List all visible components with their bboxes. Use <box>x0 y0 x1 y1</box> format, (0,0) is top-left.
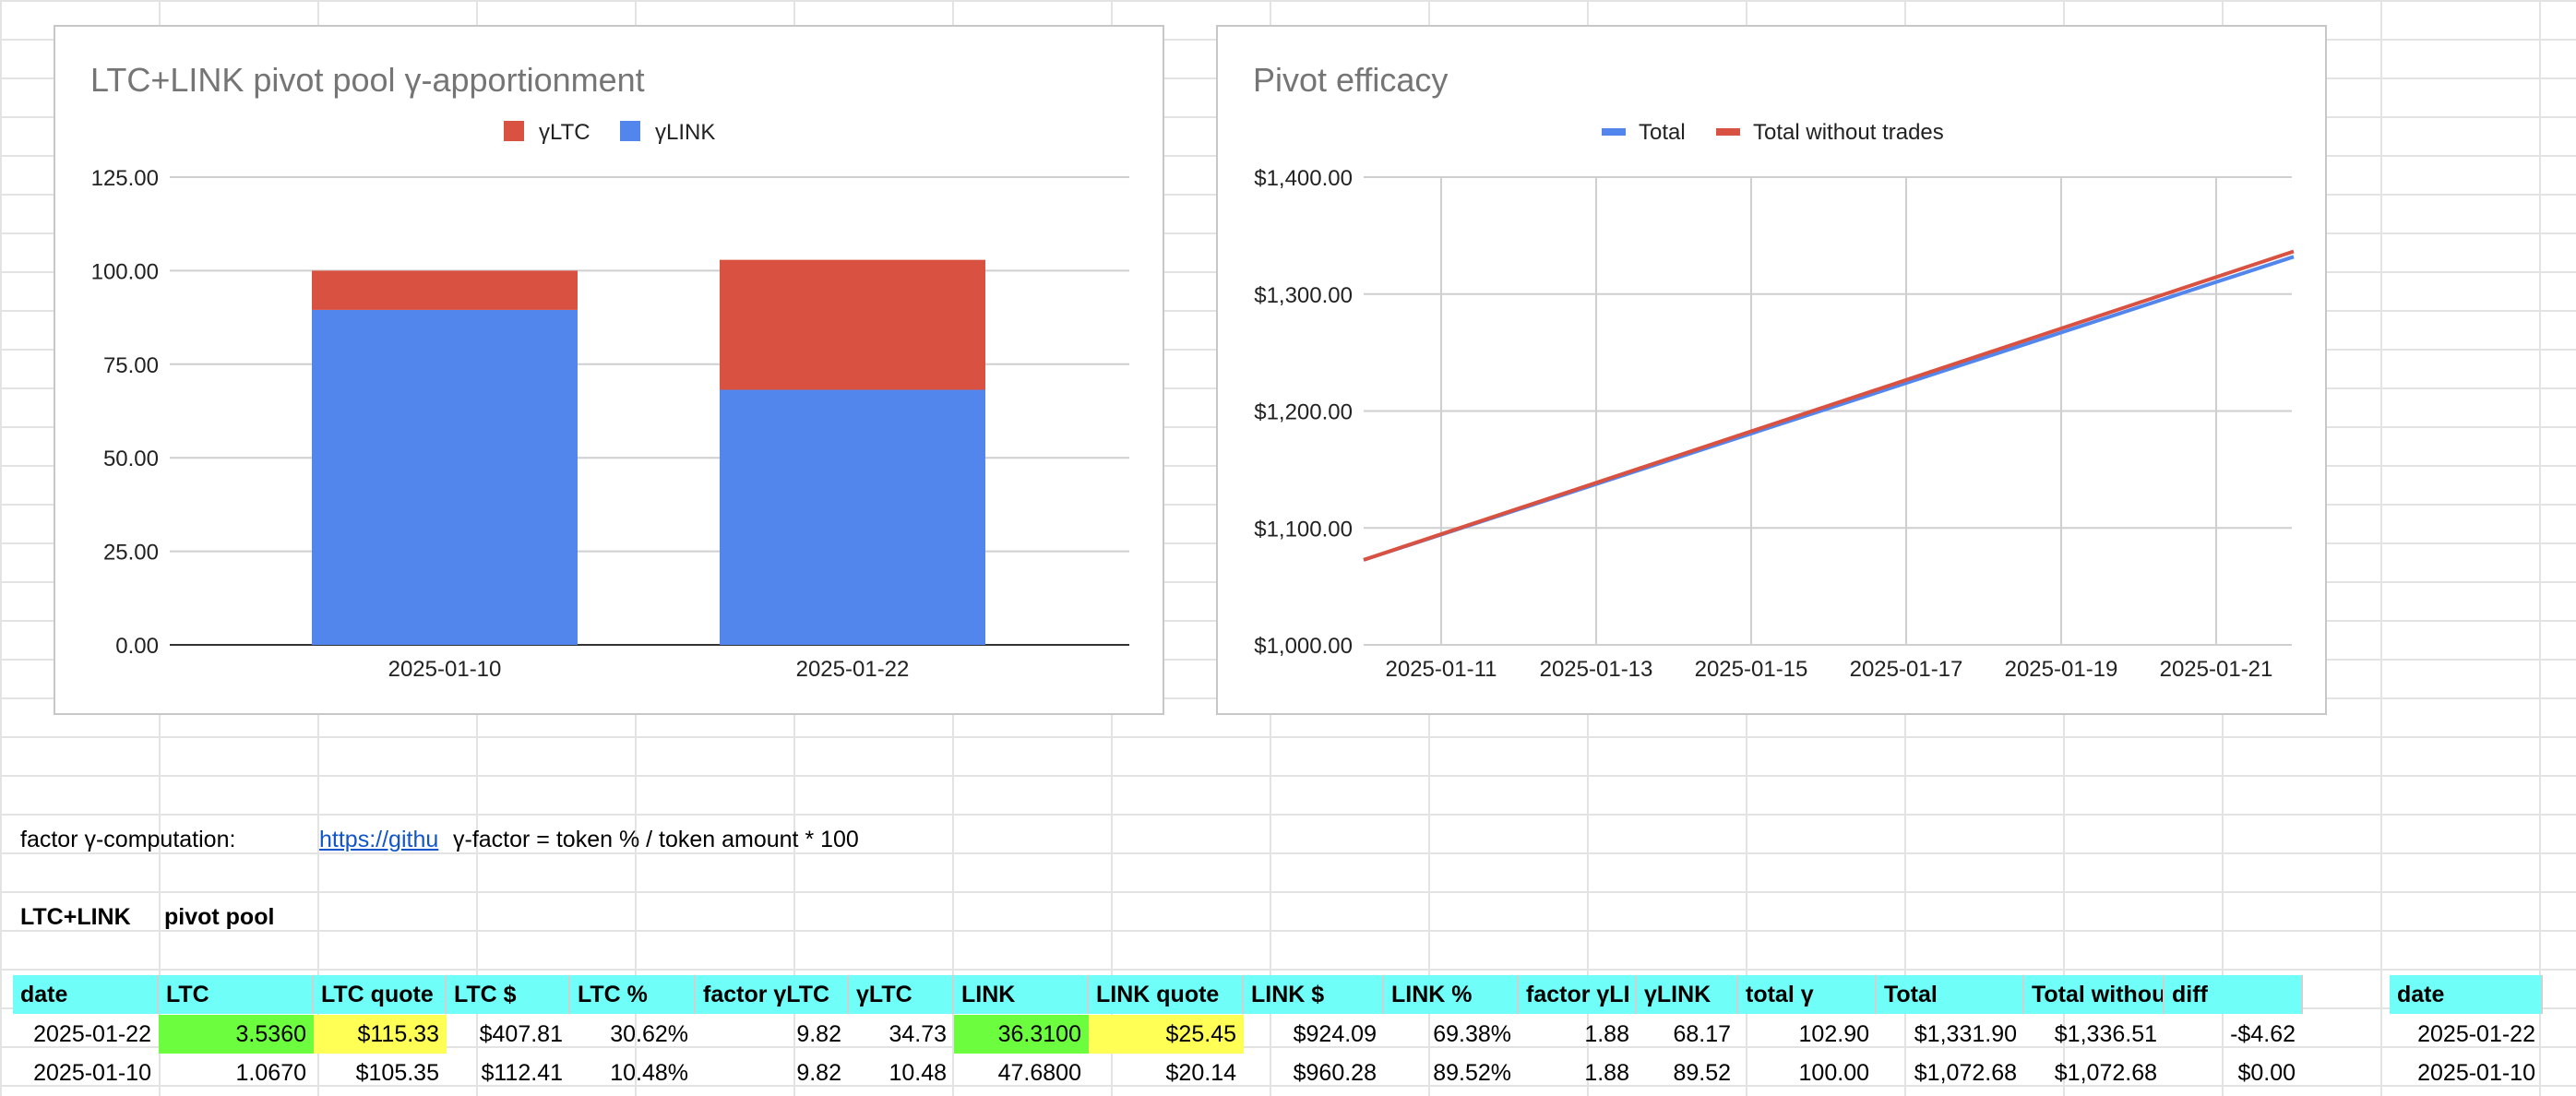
column-header[interactable]: LTC <box>159 975 314 1014</box>
column-header[interactable]: LINK quote <box>1089 975 1244 1014</box>
table-cell[interactable]: 89.52 <box>1637 1054 1738 1092</box>
column-header[interactable]: total γ <box>1738 975 1877 1014</box>
column-header[interactable]: γLINK <box>1637 975 1738 1014</box>
factor-label[interactable]: factor γ-computation: <box>13 820 308 859</box>
table-cell[interactable]: 102.90 <box>1738 1015 1877 1054</box>
table-cell[interactable]: $407.81 <box>447 1015 570 1054</box>
legend-label-glink: γLINK <box>655 120 715 145</box>
table-cell[interactable]: $960.28 <box>1244 1054 1384 1092</box>
series-line-total-without-trades[interactable] <box>1363 249 2295 562</box>
table-cell[interactable]: 30.62% <box>570 1015 696 1054</box>
side-column-header[interactable]: date <box>2390 975 2543 1014</box>
table-cell[interactable]: 69.38% <box>1384 1015 1519 1054</box>
y-tick-label: $1,000.00 <box>1254 634 1353 659</box>
table-cell[interactable]: 2025-01-10 <box>13 1054 159 1092</box>
table-cell[interactable]: 1.0670 <box>159 1054 314 1092</box>
chart-title: Pivot efficacy <box>1253 61 1448 99</box>
x-tick-label: 2025-01-15 <box>1695 657 1808 682</box>
table-cell[interactable]: 10.48% <box>570 1054 696 1092</box>
pool-label-2[interactable]: pivot pool <box>157 898 314 936</box>
x-tick-label: 2025-01-19 <box>2005 657 2118 682</box>
line-chart[interactable]: Pivot efficacy Total Total without trade… <box>1216 25 2327 715</box>
column-header[interactable]: diff <box>2165 975 2303 1014</box>
table-cell[interactable]: 68.17 <box>1637 1015 1738 1054</box>
table-cell[interactable]: $112.41 <box>447 1054 570 1092</box>
column-header[interactable]: LTC $ <box>447 975 570 1014</box>
table-cell[interactable]: -$4.62 <box>2165 1015 2303 1054</box>
x-tick-label: 2025-01-17 <box>1850 657 1963 682</box>
table-cell[interactable]: 89.52% <box>1384 1054 1519 1092</box>
legend-swatch-glink <box>620 121 640 141</box>
side-table-cell[interactable]: 2025-01-22 <box>2390 1015 2543 1054</box>
column-header[interactable]: LINK <box>954 975 1089 1014</box>
table-cell[interactable]: 34.73 <box>849 1015 954 1054</box>
table-cell[interactable]: 47.6800 <box>954 1054 1089 1092</box>
legend-label-total: Total <box>1639 120 1686 145</box>
legend-label-gltc: γLTC <box>539 120 590 145</box>
table-cell[interactable]: $1,072.68 <box>2024 1054 2165 1092</box>
legend-swatch-total <box>1602 128 1626 136</box>
bar-γLINK-2025-01-22[interactable] <box>720 389 985 645</box>
column-header[interactable]: LTC % <box>570 975 696 1014</box>
table-cell[interactable]: 2025-01-22 <box>13 1015 159 1054</box>
bar-γLTC-2025-01-10[interactable] <box>312 270 578 310</box>
factor-formula[interactable]: γ-factor = token % / token amount * 100 <box>446 820 1091 859</box>
legend-swatch-total-without-trades <box>1716 128 1740 136</box>
y-tick-label: 75.00 <box>103 353 159 378</box>
y-tick-label: 125.00 <box>91 166 159 191</box>
y-tick-label: $1,200.00 <box>1254 400 1353 425</box>
legend-label-total-without-trades: Total without trades <box>1753 120 1944 145</box>
chart-title: LTC+LINK pivot pool γ-apportionment <box>90 61 645 99</box>
chart-legend: Total Total without trades <box>1602 120 1944 145</box>
table-cell[interactable]: 10.48 <box>849 1054 954 1092</box>
table-cell[interactable]: 100.00 <box>1738 1054 1877 1092</box>
column-header[interactable]: Total <box>1877 975 2024 1014</box>
column-header[interactable]: factor γLI <box>1519 975 1637 1014</box>
table-cell[interactable]: $20.14 <box>1089 1054 1244 1092</box>
table-cell[interactable]: 9.82 <box>696 1015 849 1054</box>
stacked-bar-chart-svg: LTC+LINK pivot pool γ-apportionment γLTC… <box>90 61 1129 682</box>
column-header[interactable]: γLTC <box>849 975 954 1014</box>
column-header[interactable]: LTC quote <box>314 975 447 1014</box>
column-header[interactable]: Total withou <box>2024 975 2165 1014</box>
pool-label-1[interactable]: LTC+LINK <box>13 898 161 936</box>
table-cell[interactable]: 1.88 <box>1519 1054 1637 1092</box>
table-cell[interactable]: $115.33 <box>314 1015 447 1054</box>
x-tick-label: 2025-01-21 <box>2160 657 2273 682</box>
bar-γLTC-2025-01-22[interactable] <box>720 259 985 390</box>
table-cell[interactable]: $1,331.90 <box>1877 1015 2024 1054</box>
x-tick-label: 2025-01-13 <box>1540 657 1653 682</box>
table-cell[interactable]: 1.88 <box>1519 1015 1637 1054</box>
column-header[interactable]: LINK % <box>1384 975 1519 1014</box>
factor-link[interactable]: https://githu <box>312 820 447 859</box>
y-tick-label: $1,100.00 <box>1254 517 1353 542</box>
line-chart-svg: Pivot efficacy Total Total without trade… <box>1253 61 2295 682</box>
stacked-bar-chart[interactable]: LTC+LINK pivot pool γ-apportionment γLTC… <box>54 25 1164 715</box>
table-cell[interactable]: $0.00 <box>2165 1054 2303 1092</box>
table-cell[interactable]: 9.82 <box>696 1054 849 1092</box>
column-header[interactable]: factor γLTC <box>696 975 849 1014</box>
table-cell[interactable]: $1,072.68 <box>1877 1054 2024 1092</box>
y-tick-label: 0.00 <box>115 634 159 659</box>
table-cell[interactable]: $924.09 <box>1244 1015 1384 1054</box>
y-tick-label: $1,300.00 <box>1254 283 1353 308</box>
column-header[interactable]: LINK $ <box>1244 975 1384 1014</box>
y-tick-label: 100.00 <box>91 259 159 284</box>
x-tick-label: 2025-01-10 <box>388 657 502 682</box>
table-cell[interactable]: 36.3100 <box>954 1015 1089 1054</box>
table-cell[interactable]: 3.5360 <box>159 1015 314 1054</box>
legend-swatch-gltc <box>504 121 524 141</box>
table-cell[interactable]: $25.45 <box>1089 1015 1244 1054</box>
bar-γLINK-2025-01-10[interactable] <box>312 309 578 645</box>
table-cell[interactable]: $105.35 <box>314 1054 447 1092</box>
table-cell[interactable]: $1,336.51 <box>2024 1015 2165 1054</box>
y-tick-label: $1,400.00 <box>1254 166 1353 191</box>
column-header[interactable]: date <box>13 975 159 1014</box>
chart-legend: γLTC γLINK <box>504 120 715 145</box>
x-tick-label: 2025-01-22 <box>796 657 910 682</box>
y-tick-label: 50.00 <box>103 447 159 471</box>
x-tick-label: 2025-01-11 <box>1386 657 1497 682</box>
side-table-cell[interactable]: 2025-01-10 <box>2390 1054 2543 1092</box>
y-tick-label: 25.00 <box>103 541 159 566</box>
